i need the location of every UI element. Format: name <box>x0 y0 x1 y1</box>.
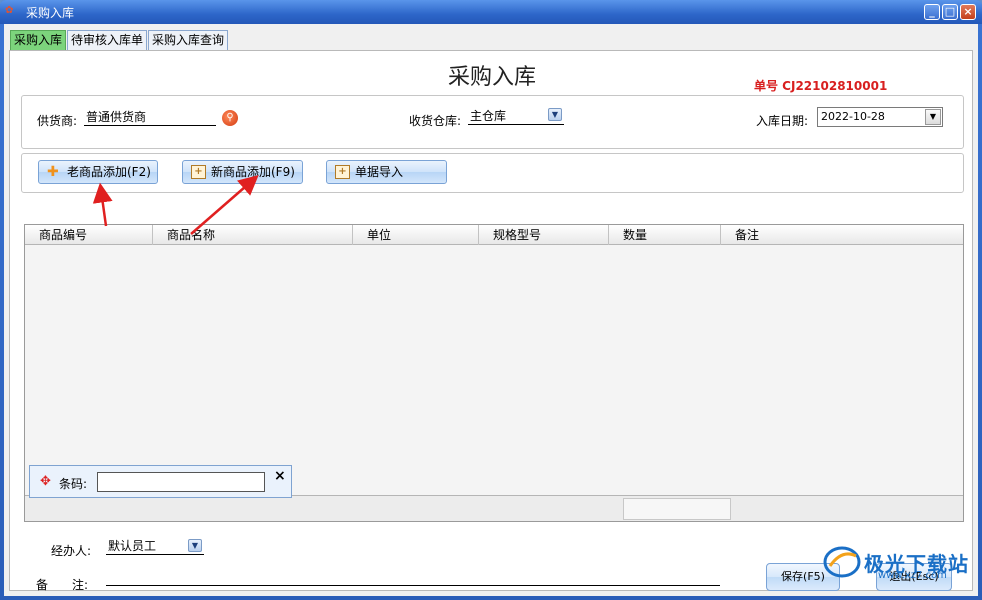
watermark-url: www.xz7.com <box>878 570 947 581</box>
watermark: 极光下载站 www.xz7.com <box>818 544 978 581</box>
app-window: ✿ 采购入库 _ □ × 采购入库 待审核入库单 采购入库查询 采购入库 单号 … <box>0 0 982 600</box>
annotation-arrows <box>92 175 259 235</box>
watermark-logo-icon <box>823 546 861 578</box>
arrow-to-add-old <box>92 182 113 227</box>
arrow-to-add-new <box>190 175 259 235</box>
